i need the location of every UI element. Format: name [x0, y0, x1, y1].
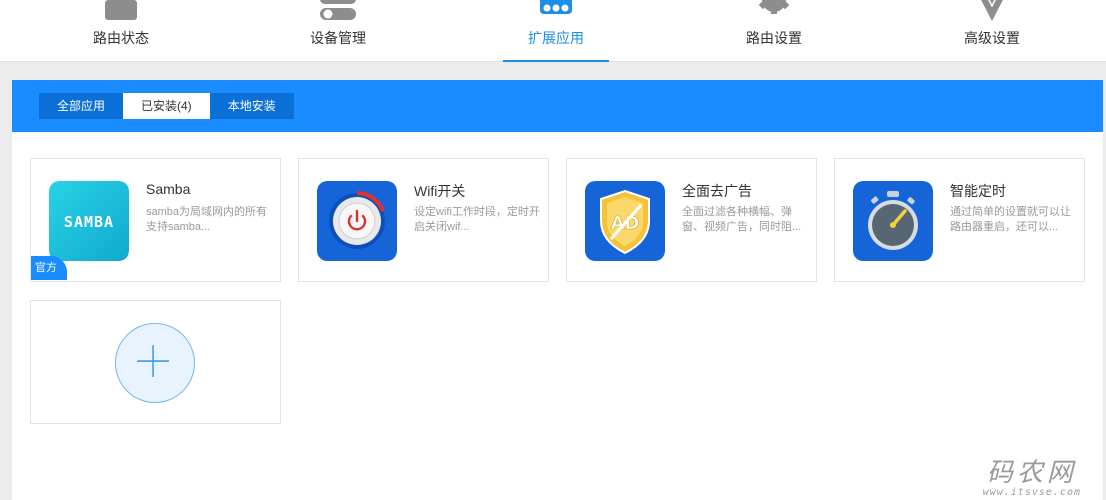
watermark: 码农网 www.itsvse.com: [983, 459, 1081, 498]
device-toggle-icon: [320, 0, 356, 20]
app-name: Samba: [146, 181, 191, 197]
nav-item-advanced-settings[interactable]: 高级设置: [932, 0, 1052, 62]
nav-item-extensions[interactable]: 扩展应用: [496, 0, 616, 62]
nav-active-underline: [503, 60, 609, 62]
apps-panel: 全部应用 已安装(4) 本地安装 SAMBA Samba samba为局域网内的…: [12, 80, 1103, 500]
app-desc: 通过简单的设置就可以让路由器重启，还可以...: [950, 206, 1071, 233]
store-icon: [540, 0, 572, 14]
nav-label: 路由状态: [93, 30, 149, 46]
watermark-title: 码农网: [986, 458, 1077, 488]
diamond-icon: [981, 0, 1003, 21]
app-card-ad-block[interactable]: AD 全面去广告 全面过滤各种横幅、弹窗、视频广告，同时阻...: [566, 158, 817, 282]
panel-header: 全部应用 已安装(4) 本地安装: [12, 80, 1103, 132]
nav-item-router-status[interactable]: 路由状态: [61, 0, 181, 62]
watermark-url: www.itsvse.com: [982, 487, 1081, 498]
app-name: 智能定时: [950, 183, 1006, 199]
app-name: Wifi开关: [414, 183, 466, 199]
stopwatch-icon: [853, 181, 933, 261]
ad-shield-icon: AD: [585, 181, 665, 261]
app-name: 全面去广告: [682, 183, 752, 199]
gear-icon: [758, 0, 790, 14]
nav-item-router-settings[interactable]: 路由设置: [714, 0, 834, 62]
app-desc: 全面过滤各种横幅、弹窗、视频广告，同时阻...: [682, 206, 802, 233]
nav-label: 设备管理: [310, 30, 366, 46]
app-card-smart-timer[interactable]: 智能定时 通过简单的设置就可以让路由器重启，还可以...: [834, 158, 1085, 282]
samba-logo-icon: SAMBA: [49, 181, 129, 261]
app-desc: samba为局域网内的所有支持samba...: [146, 206, 268, 233]
app-desc: 设定wifi工作时段，定时开启关闭wif...: [414, 206, 540, 233]
tab-all-apps[interactable]: 全部应用: [39, 93, 123, 119]
app-tabs: 全部应用 已安装(4) 本地安装: [39, 93, 294, 119]
power-button-icon: [317, 181, 397, 261]
app-card-wifi-switch[interactable]: Wifi开关 设定wifi工作时段，定时开启关闭wif...: [298, 158, 549, 282]
nav-label: 高级设置: [964, 30, 1020, 46]
official-badge: 官方: [31, 256, 67, 280]
top-nav: 路由状态 设备管理 扩展应用 路由设置 高级设置: [0, 0, 1106, 62]
nav-label: 扩展应用: [528, 30, 584, 46]
app-card-samba[interactable]: SAMBA Samba samba为局域网内的所有支持samba... 官方: [30, 158, 281, 282]
tab-local-install[interactable]: 本地安装: [210, 93, 294, 119]
router-status-icon: [105, 0, 137, 20]
samba-logo-text: SAMBA: [64, 213, 114, 231]
add-app-button[interactable]: [115, 323, 195, 403]
nav-label: 路由设置: [746, 30, 802, 46]
nav-item-device-manage[interactable]: 设备管理: [278, 0, 398, 62]
add-app-card[interactable]: [30, 300, 281, 424]
tab-installed[interactable]: 已安装(4): [123, 93, 210, 119]
plus-icon: [137, 345, 169, 377]
